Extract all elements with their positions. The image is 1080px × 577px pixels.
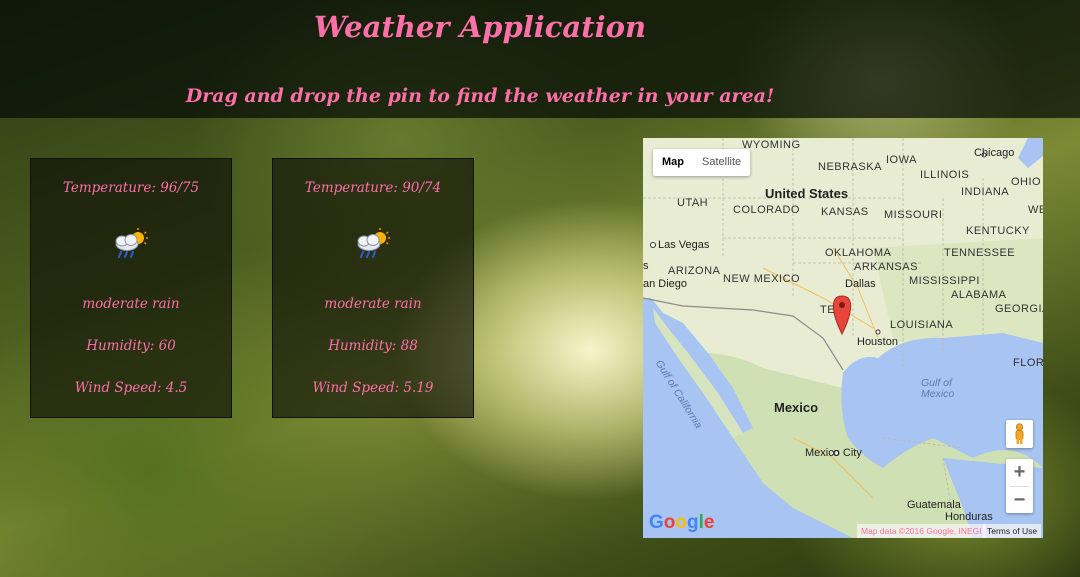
humidity-text: Humidity: 60: [86, 338, 176, 354]
map-label-we: WE: [1028, 204, 1043, 216]
map-label-arkansas: ARKANSAS: [854, 261, 918, 273]
map-label-new-mexico: NEW MEXICO: [723, 273, 801, 285]
map-label-wyoming: WYOMING: [742, 139, 801, 151]
map-label-kansas: KANSAS: [821, 206, 869, 218]
map-type-map-button[interactable]: Map: [653, 149, 693, 176]
map-label-georgia: GEORGIA: [995, 303, 1043, 315]
page-subtitle: Drag and drop the pin to find the weathe…: [185, 85, 775, 107]
weather-description: moderate rain: [82, 296, 180, 312]
map-label-illinois: ILLINOIS: [920, 169, 970, 181]
map-label-ohio: OHIO: [1011, 176, 1042, 188]
wind-speed-text: Wind Speed: 4.5: [74, 380, 188, 396]
rain-sun-icon: [111, 227, 151, 261]
map-label-houston: Houston: [857, 336, 898, 348]
rain-sun-icon: [353, 227, 393, 261]
page-title: Weather Application: [313, 10, 647, 44]
map-label-s: s: [643, 260, 649, 272]
map-label-guatemala: Guatemala: [907, 499, 961, 511]
map-label-missouri: MISSOURI: [884, 209, 943, 221]
map-label-oklahoma: OKLAHOMA: [825, 247, 892, 259]
map-label-utah: UTAH: [677, 197, 709, 209]
temperature-text: Temperature: 96/75: [62, 180, 200, 196]
temperature-text: Temperature: 90/74: [304, 180, 442, 196]
app-header: Weather Application Drag and drop the pi…: [0, 0, 1080, 118]
map-type-satellite-button[interactable]: Satellite: [693, 149, 750, 176]
map-label-flor: FLOR: [1013, 357, 1043, 369]
map-label-tennessee: TENNESSEE: [944, 247, 1016, 259]
map-label-alabama: ALABAMA: [951, 289, 1007, 301]
map-label-indiana: INDIANA: [961, 186, 1010, 198]
map-label-las-vegas: Las Vegas: [658, 239, 710, 251]
map-label-iowa: IOWA: [886, 154, 917, 166]
map-label-kentucky: KENTUCKY: [966, 225, 1030, 237]
map-label-colorado: COLORADO: [733, 204, 800, 216]
zoom-control: + −: [1006, 459, 1033, 513]
map-type-control: Map Satellite: [653, 149, 751, 176]
forecast-card: Temperature: 96/75 moderate rain Humidit…: [30, 158, 232, 418]
forecast-card: Temperature: 90/74 moderate rain Humidit…: [272, 158, 474, 418]
zoom-in-button[interactable]: +: [1006, 459, 1033, 486]
map-label-louisiana: LOUISIANA: [890, 319, 954, 331]
map-label-mexico-city: Mexico City: [805, 447, 862, 459]
google-logo: Google: [649, 512, 715, 533]
map-label-mississippi: MISSISSIPPI: [909, 275, 980, 287]
humidity-text: Humidity: 88: [328, 338, 418, 354]
wind-speed-text: Wind Speed: 5.19: [312, 380, 434, 396]
map-label-gulf-of-mexico: Gulf of Mexico: [921, 377, 955, 400]
map-label-nebraska: NEBRASKA: [818, 161, 882, 173]
weather-description: moderate rain: [324, 296, 422, 312]
zoom-out-button[interactable]: −: [1006, 487, 1033, 514]
map-widget[interactable]: WYOMING NEBRASKA IOWA Chicago ILLINOIS O…: [643, 138, 1043, 538]
map-label-honduras: Honduras: [945, 511, 993, 523]
map-label-arizona: ARIZONA: [668, 265, 721, 277]
map-label-an-diego: an Diego: [643, 278, 688, 290]
map-attribution: Map data ©2016 Google, INEGI: [857, 524, 986, 538]
map-label-mexico: Mexico: [774, 400, 819, 415]
map-label-te: TE: [820, 304, 836, 316]
map-label-united-states: United States: [765, 186, 849, 201]
map-label-dallas: Dallas: [845, 278, 876, 290]
street-view-pegman-icon[interactable]: [1006, 420, 1033, 448]
map-label-chicago: Chicago: [974, 147, 1015, 159]
terms-of-use-link[interactable]: Terms of Use: [983, 524, 1042, 538]
